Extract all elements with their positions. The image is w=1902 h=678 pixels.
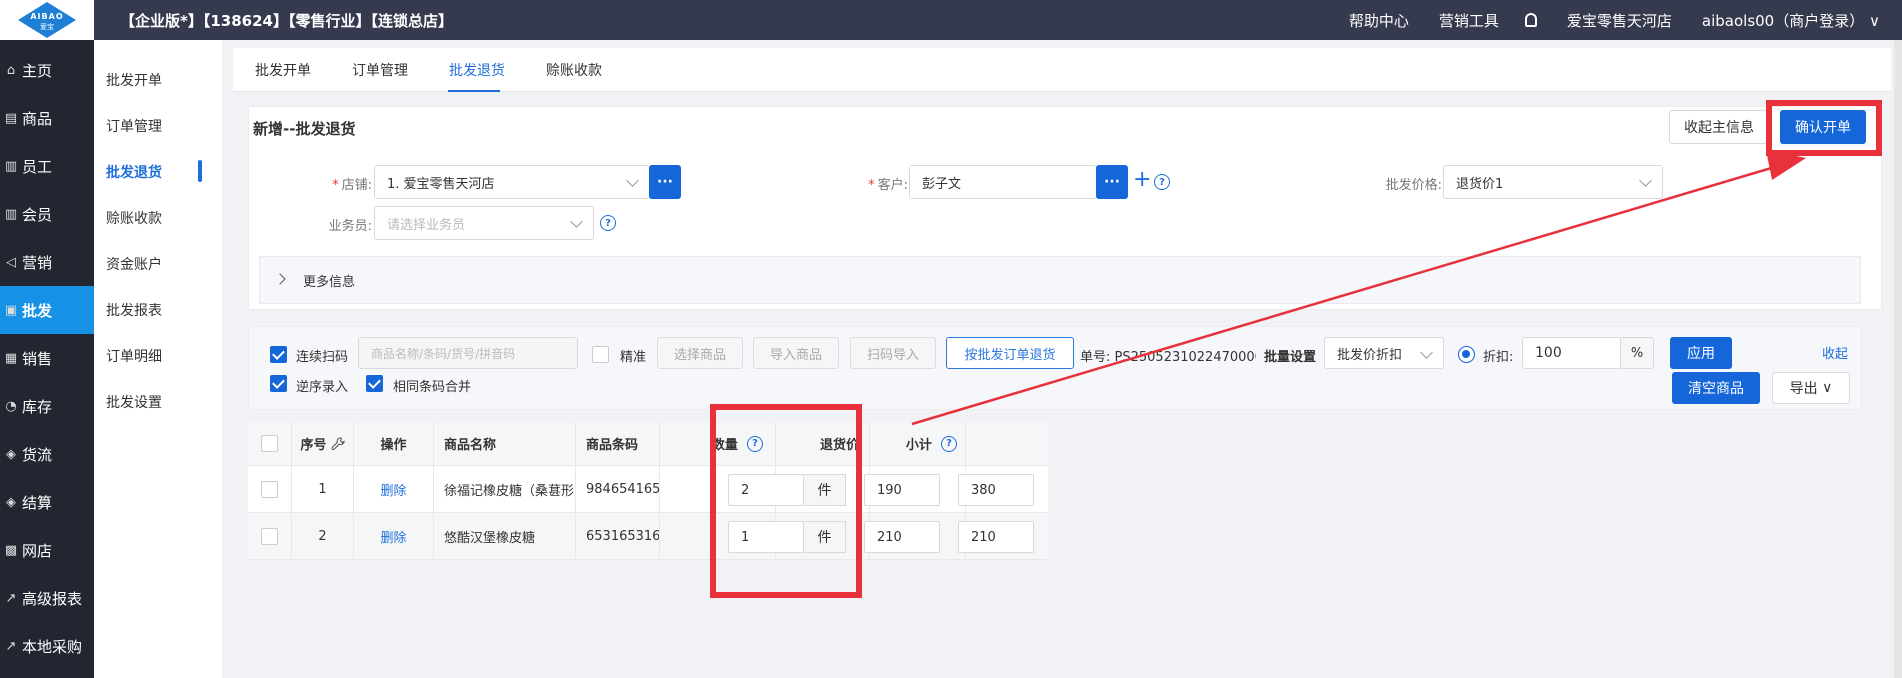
annotation-arrow [911,150,1806,426]
arrow-head [1766,150,1806,180]
arrow-line [911,164,1779,426]
